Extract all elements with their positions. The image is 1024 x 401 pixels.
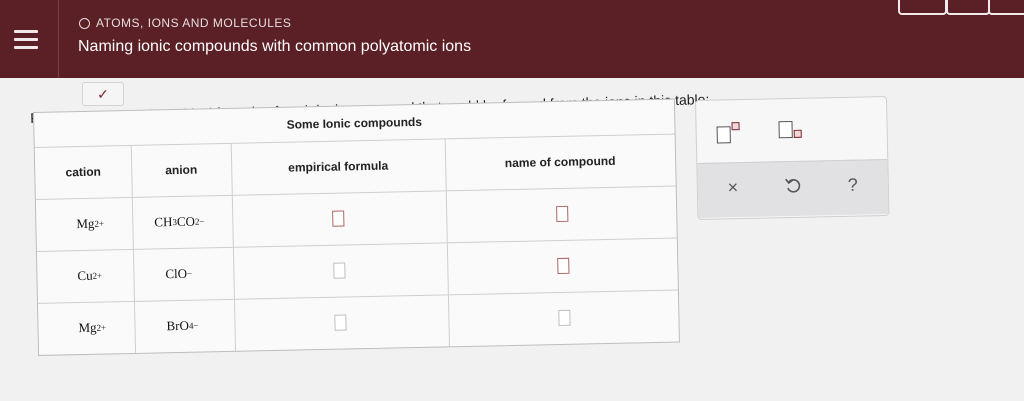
empirical-formula-input[interactable]: [333, 244, 346, 296]
answer-box[interactable]: [556, 205, 569, 223]
breadcrumb: ATOMS, IONS AND MOLECULES: [79, 16, 291, 30]
header-tab-button[interactable]: [898, 0, 947, 15]
answer-box[interactable]: [558, 309, 571, 327]
cation-cell: Mg 2+: [78, 302, 107, 355]
subscript-button[interactable]: [778, 119, 808, 144]
column-header-empirical-formula: empirical formula: [288, 158, 389, 175]
column-header-cation: cation: [65, 164, 102, 180]
column-header-name: name of compound: [504, 153, 616, 171]
clear-button[interactable]: ×: [718, 177, 748, 199]
question-icon: ?: [847, 174, 859, 195]
menu-button[interactable]: [0, 0, 59, 78]
header-tab-button[interactable]: [988, 0, 1024, 15]
empirical-formula-input[interactable]: [334, 296, 347, 348]
cation-symbol: Cu: [77, 267, 93, 284]
empirical-formula-input[interactable]: [332, 193, 345, 245]
lesson-header: ATOMS, IONS AND MOLECULES Naming ionic c…: [0, 0, 1024, 78]
undo-icon: [785, 178, 801, 193]
section-label: ATOMS, IONS AND MOLECULES: [96, 16, 292, 30]
anion-cell: ClO −: [165, 265, 193, 282]
header-tab-button[interactable]: [946, 0, 990, 15]
answer-box[interactable]: [332, 210, 345, 227]
cation-cell: Mg 2+: [76, 198, 105, 251]
anion-cell: BrO 4−: [166, 317, 199, 334]
anion-cell: CH 3 CO 2−: [154, 213, 205, 230]
undo-button[interactable]: [778, 176, 808, 200]
cation-symbol: Mg: [76, 215, 95, 232]
ring-icon: [79, 17, 90, 29]
compound-name-input[interactable]: [558, 292, 571, 344]
chevron-down-icon: ✓: [97, 86, 109, 102]
superscript-button[interactable]: [716, 120, 746, 145]
cation-charge: 2+: [96, 322, 107, 333]
cation-charge: 2+: [92, 270, 103, 281]
action-tools: × ?: [697, 158, 889, 218]
help-button[interactable]: ?: [838, 174, 868, 196]
page-title: Naming ionic compounds with common polya…: [78, 38, 472, 55]
cation-symbol: Mg: [78, 319, 97, 336]
answer-box[interactable]: [334, 314, 347, 331]
answer-box[interactable]: [333, 262, 346, 279]
column-header-anion: anion: [165, 162, 198, 178]
x-icon: ×: [727, 177, 739, 198]
ionic-compounds-table: Some Ionic compounds cation anion empiri…: [33, 98, 680, 356]
compound-name-input[interactable]: [556, 188, 569, 240]
collapse-button[interactable]: ✓: [82, 82, 124, 106]
compound-name-input[interactable]: [557, 240, 570, 292]
cation-cell: Cu 2+: [77, 250, 103, 303]
answer-box[interactable]: [557, 257, 570, 275]
cation-charge: 2+: [94, 218, 105, 229]
format-tools: [696, 97, 887, 161]
formula-tools-panel: × ?: [695, 95, 890, 220]
